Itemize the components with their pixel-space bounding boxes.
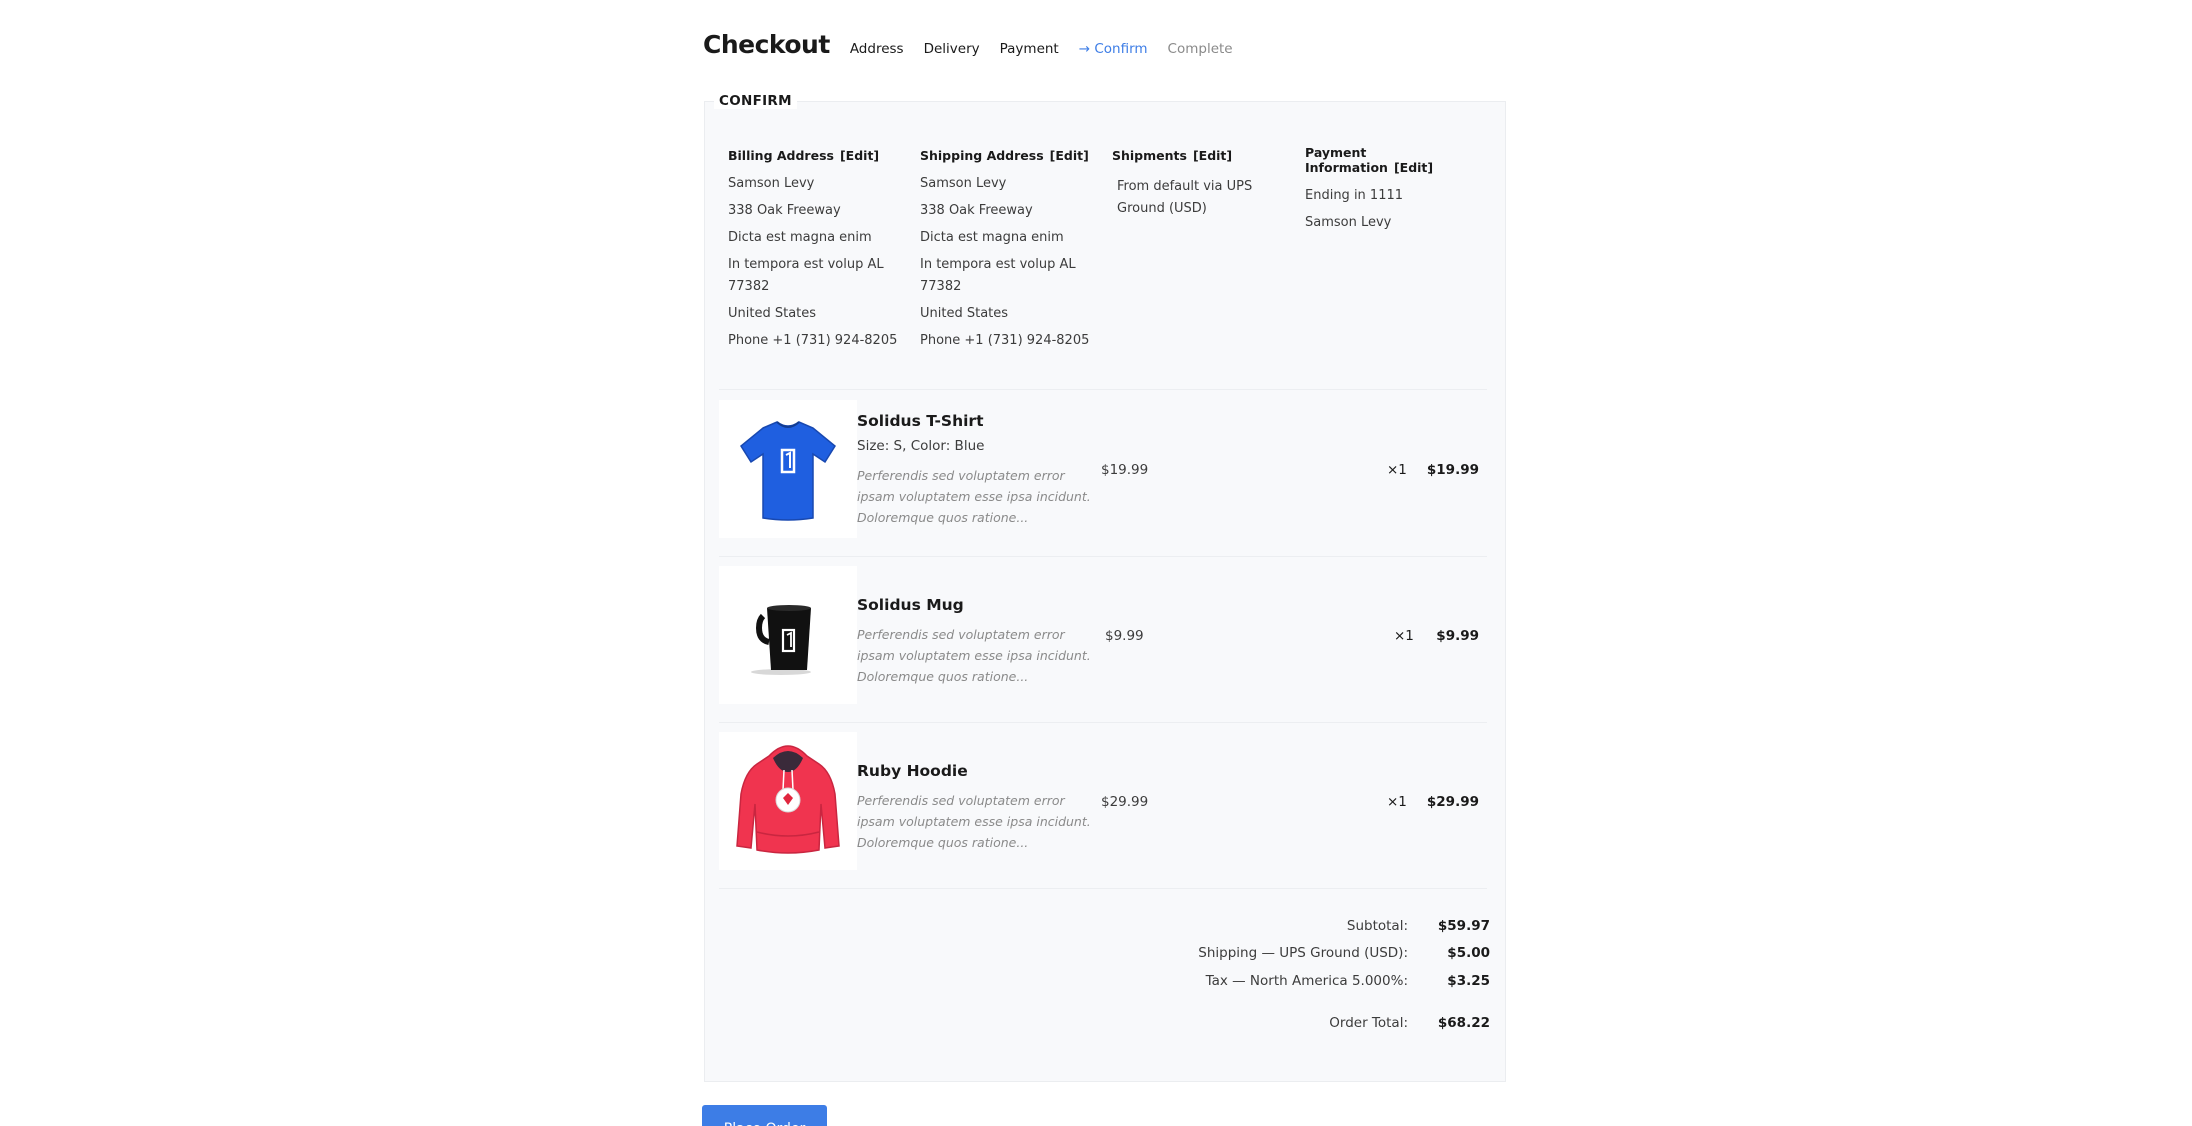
- payment-information: Payment Information [Edit] Ending in 1111…: [1305, 145, 1495, 239]
- item-quantity: ×1: [1394, 628, 1414, 644]
- item-variant: Size: S, Color: Blue: [857, 438, 985, 454]
- shipping-country: United States: [920, 306, 1009, 321]
- subtotal-label: Subtotal:: [1346, 918, 1408, 934]
- blue-tshirt-image: [719, 400, 857, 538]
- checkout-steps: Address Delivery Payment → Confirm Compl…: [850, 41, 1253, 57]
- shipping-address: Shipping Address [Edit] Samson Levy 338 O…: [920, 148, 1100, 357]
- billing-name: Samson Levy: [728, 176, 815, 191]
- item-total: $19.99: [1426, 462, 1479, 478]
- item-total: $9.99: [1436, 628, 1479, 644]
- payment-name: Samson Levy: [1305, 215, 1392, 230]
- order-totals: Subtotal: $59.97 Shipping — UPS Ground (…: [1100, 918, 1492, 1038]
- item-name[interactable]: Ruby Hoodie: [857, 762, 968, 780]
- step-delivery[interactable]: Delivery: [924, 41, 980, 57]
- step-address[interactable]: Address: [850, 41, 904, 57]
- billing-street: 338 Oak Freeway: [728, 203, 841, 218]
- shipping-zip: 77382: [920, 279, 962, 294]
- shipping-label: Shipping — UPS Ground (USD):: [1198, 945, 1408, 961]
- shipping-heading: Shipping Address: [920, 148, 1044, 163]
- item-name[interactable]: Solidus Mug: [857, 596, 964, 614]
- billing-address: Billing Address [Edit] Samson Levy 338 Oa…: [728, 148, 908, 357]
- shipment-method-line1: From default via UPS: [1117, 179, 1253, 194]
- shipping-phone: Phone +1 (731) 924-8205: [920, 333, 1090, 348]
- item-description: Perferendis sed voluptatem error ipsam v…: [857, 468, 1091, 525]
- shipments: Shipments [Edit] From default via UPS Gro…: [1112, 148, 1292, 225]
- step-complete: Complete: [1167, 41, 1233, 57]
- step-confirm: → Confirm: [1078, 41, 1148, 57]
- line-item: Solidus T-Shirt Size: S, Color: Blue Per…: [719, 400, 1487, 540]
- billing-city-state: In tempora est volup AL: [728, 257, 884, 272]
- edit-payment-link[interactable]: [Edit]: [1394, 160, 1433, 175]
- item-total: $29.99: [1426, 794, 1479, 810]
- item-description: Perferendis sed voluptatem error ipsam v…: [857, 793, 1091, 850]
- shipping-address2: Dicta est magna enim: [920, 230, 1064, 245]
- divider: [719, 389, 1487, 390]
- item-price: $29.99: [1101, 794, 1149, 810]
- line-item: Solidus Mug Perferendis sed voluptatem e…: [719, 566, 1487, 706]
- shipping-value: $5.00: [1447, 945, 1490, 961]
- item-name[interactable]: Solidus T-Shirt: [857, 412, 983, 430]
- divider: [719, 722, 1487, 723]
- black-mug-image: [719, 566, 857, 704]
- billing-zip: 77382: [728, 279, 770, 294]
- billing-country: United States: [728, 306, 817, 321]
- page-title: Checkout: [703, 30, 830, 59]
- shipment-method-line2: Ground (USD): [1117, 201, 1207, 216]
- shipping-city-state: In tempora est volup AL: [920, 257, 1076, 272]
- checkout-header: Checkout Address Delivery Payment → Conf…: [703, 30, 1253, 59]
- confirm-legend: CONFIRM: [714, 93, 797, 109]
- edit-shipping-link[interactable]: [Edit]: [1050, 148, 1089, 163]
- item-price: $9.99: [1105, 628, 1144, 644]
- divider: [719, 556, 1487, 557]
- divider: [719, 888, 1487, 889]
- subtotal-value: $59.97: [1437, 918, 1490, 934]
- step-payment[interactable]: Payment: [1000, 41, 1059, 57]
- item-quantity: ×1: [1387, 794, 1407, 810]
- payment-card: Ending in 1111: [1305, 188, 1404, 203]
- tax-label: Tax — North America 5.000%:: [1205, 973, 1408, 989]
- red-hoodie-image: [719, 732, 857, 870]
- edit-billing-link[interactable]: [Edit]: [840, 148, 879, 163]
- billing-address2: Dicta est magna enim: [728, 230, 872, 245]
- item-quantity: ×1: [1387, 462, 1407, 478]
- shipping-street: 338 Oak Freeway: [920, 203, 1033, 218]
- item-price: $19.99: [1101, 462, 1149, 478]
- order-total-label: Order Total:: [1329, 1015, 1408, 1031]
- edit-shipments-link[interactable]: [Edit]: [1193, 148, 1232, 163]
- shipments-heading: Shipments: [1112, 148, 1187, 163]
- billing-phone: Phone +1 (731) 924-8205: [728, 333, 898, 348]
- billing-heading: Billing Address: [728, 148, 834, 163]
- place-order-button[interactable]: Place Order: [702, 1105, 827, 1126]
- tax-value: $3.25: [1447, 973, 1490, 989]
- item-description: Perferendis sed voluptatem error ipsam v…: [857, 627, 1091, 684]
- order-total-value: $68.22: [1437, 1015, 1490, 1031]
- payment-heading: Payment Information: [1305, 145, 1388, 175]
- shipping-name: Samson Levy: [920, 176, 1007, 191]
- line-item: Ruby Hoodie Perferendis sed voluptatem e…: [719, 732, 1487, 872]
